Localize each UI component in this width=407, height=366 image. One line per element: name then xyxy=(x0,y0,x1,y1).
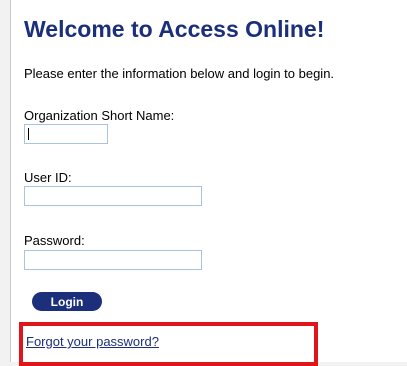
user-id-field[interactable] xyxy=(24,186,202,206)
page-title: Welcome to Access Online! xyxy=(24,16,325,42)
user-id-label: User ID: xyxy=(24,170,72,185)
login-button[interactable]: Login xyxy=(32,292,102,311)
forgot-password-link[interactable]: Forgot your password? xyxy=(26,334,159,349)
login-button-label: Login xyxy=(50,294,84,309)
login-panel: Welcome to Access Online! Please enter t… xyxy=(10,0,407,366)
password-field[interactable] xyxy=(24,250,202,270)
organization-label: Organization Short Name: xyxy=(24,108,175,123)
text-caret xyxy=(28,128,29,140)
intro-text: Please enter the information below and l… xyxy=(24,66,335,81)
organization-field[interactable] xyxy=(24,124,108,144)
password-label: Password: xyxy=(24,233,85,248)
